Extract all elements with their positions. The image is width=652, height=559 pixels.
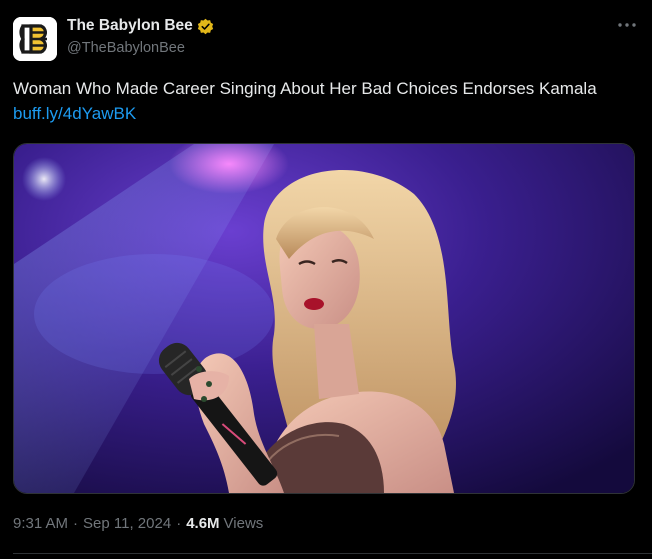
tweet-card[interactable]: The Babylon Bee @TheBabylonBee Woman Who… [0, 0, 652, 559]
author-handle[interactable]: @TheBabylonBee [67, 40, 185, 56]
tweet-date[interactable]: Sep 11, 2024 [83, 515, 171, 532]
more-options-icon[interactable] [614, 12, 640, 38]
tweet-media-image[interactable] [13, 143, 635, 494]
author-display-name[interactable]: The Babylon Bee [67, 17, 193, 35]
babylon-bee-logo-icon[interactable] [13, 17, 57, 61]
meta-separator: · [176, 515, 182, 532]
gold-verified-badge-icon[interactable] [197, 18, 214, 35]
tweet-link[interactable]: buff.ly/4dYawBK [13, 104, 136, 123]
divider [13, 553, 652, 554]
tweet-text-content: Woman Who Made Career Singing About Her … [13, 79, 597, 98]
meta-separator: · [73, 515, 79, 532]
tweet-time[interactable]: 9:31 AM [13, 515, 68, 532]
tweet-meta: 9:31 AM · Sep 11, 2024 · 4.6M Views [13, 515, 263, 532]
views-label: Views [223, 515, 264, 532]
tweet-text: Woman Who Made Career Singing About Her … [13, 76, 623, 126]
views-count: 4.6M [186, 515, 220, 532]
